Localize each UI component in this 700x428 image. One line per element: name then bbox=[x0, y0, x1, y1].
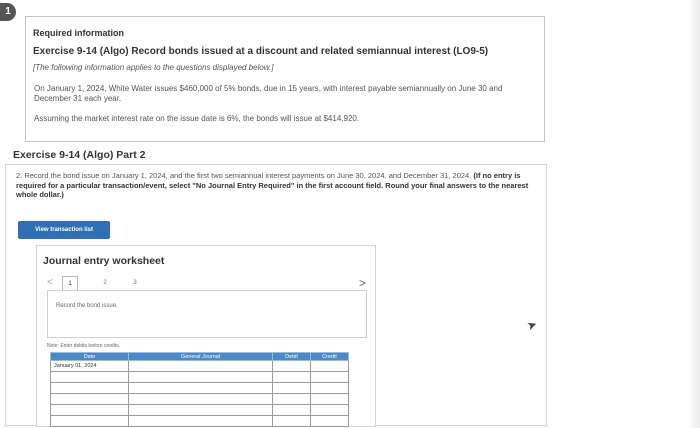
debits-credits-note: Note: Enter debits before credits. bbox=[47, 343, 121, 349]
page-tab-1[interactable]: 1 bbox=[62, 276, 78, 291]
required-info-panel: Required information Exercise 9-14 (Algo… bbox=[25, 16, 545, 142]
alert-badge: 1 bbox=[0, 3, 16, 21]
date-cell[interactable] bbox=[50, 382, 129, 394]
credit-cell[interactable] bbox=[310, 415, 349, 427]
view-transaction-list-button[interactable]: View transaction list bbox=[18, 221, 110, 239]
debit-cell[interactable] bbox=[272, 371, 311, 383]
date-cell[interactable] bbox=[50, 393, 129, 405]
page-tab-2[interactable]: 2 bbox=[97, 276, 113, 291]
account-cell[interactable] bbox=[128, 360, 273, 372]
column-header-credit: Credit bbox=[310, 352, 349, 361]
date-cell[interactable] bbox=[50, 404, 129, 416]
column-header-debit: Debit bbox=[272, 352, 311, 361]
record-instruction-box: Record the bond issue. bbox=[47, 290, 367, 338]
account-cell[interactable] bbox=[128, 371, 273, 383]
instructions: 2. Record the bond issue on January 1, 2… bbox=[16, 171, 541, 200]
credit-cell[interactable] bbox=[310, 404, 349, 416]
info-paragraph-2: Assuming the market interest rate on the… bbox=[34, 114, 360, 123]
info-note: [The following information applies to th… bbox=[33, 63, 274, 72]
account-cell[interactable] bbox=[128, 382, 273, 394]
table-row bbox=[50, 404, 349, 416]
table-row bbox=[50, 382, 349, 394]
required-info-title: Required information bbox=[33, 28, 125, 38]
record-instruction-text: Record the bond issue. bbox=[56, 303, 118, 309]
instruction-text: 2. Record the bond issue on January 1, 2… bbox=[16, 171, 472, 180]
date-cell[interactable] bbox=[50, 371, 129, 383]
table-row bbox=[50, 371, 349, 383]
journal-table: Date General Journal Debit Credit Januar… bbox=[50, 352, 349, 427]
credit-cell[interactable] bbox=[310, 371, 349, 383]
table-row bbox=[50, 415, 349, 427]
column-header-general-journal: General Journal bbox=[128, 352, 273, 361]
worksheet-title: Journal entry worksheet bbox=[43, 255, 165, 267]
debit-cell[interactable] bbox=[272, 415, 311, 427]
page-tab-3[interactable]: 3 bbox=[127, 276, 143, 291]
account-cell[interactable] bbox=[128, 393, 273, 405]
date-cell[interactable]: January 01, 2024 bbox=[50, 360, 129, 372]
debit-cell[interactable] bbox=[272, 404, 311, 416]
table-row bbox=[50, 393, 349, 405]
question-panel: 2. Record the bond issue on January 1, 2… bbox=[5, 164, 547, 427]
date-cell[interactable] bbox=[50, 415, 129, 427]
part-title: Exercise 9-14 (Algo) Part 2 bbox=[13, 149, 146, 161]
journal-entry-worksheet: Journal entry worksheet < 1 2 3 Record t… bbox=[36, 245, 376, 427]
prev-page-arrow[interactable]: < bbox=[47, 277, 53, 288]
info-paragraph-1: On January 1, 2024, White Water issues $… bbox=[34, 84, 503, 103]
credit-cell[interactable] bbox=[310, 360, 349, 372]
debit-cell[interactable] bbox=[272, 393, 311, 405]
credit-cell[interactable] bbox=[310, 393, 349, 405]
next-arrow-icon[interactable]: > bbox=[359, 276, 366, 290]
column-header-date: Date bbox=[50, 352, 129, 361]
journal-header-row: Date General Journal Debit Credit bbox=[50, 352, 349, 361]
exercise-title: Exercise 9-14 (Algo) Record bonds issued… bbox=[33, 46, 489, 57]
page-edge bbox=[688, 0, 700, 428]
debit-cell[interactable] bbox=[272, 360, 311, 372]
account-cell[interactable] bbox=[128, 404, 273, 416]
debit-cell[interactable] bbox=[272, 382, 311, 394]
account-cell[interactable] bbox=[128, 415, 273, 427]
table-row: January 01, 2024 bbox=[50, 360, 349, 372]
credit-cell[interactable] bbox=[310, 382, 349, 394]
